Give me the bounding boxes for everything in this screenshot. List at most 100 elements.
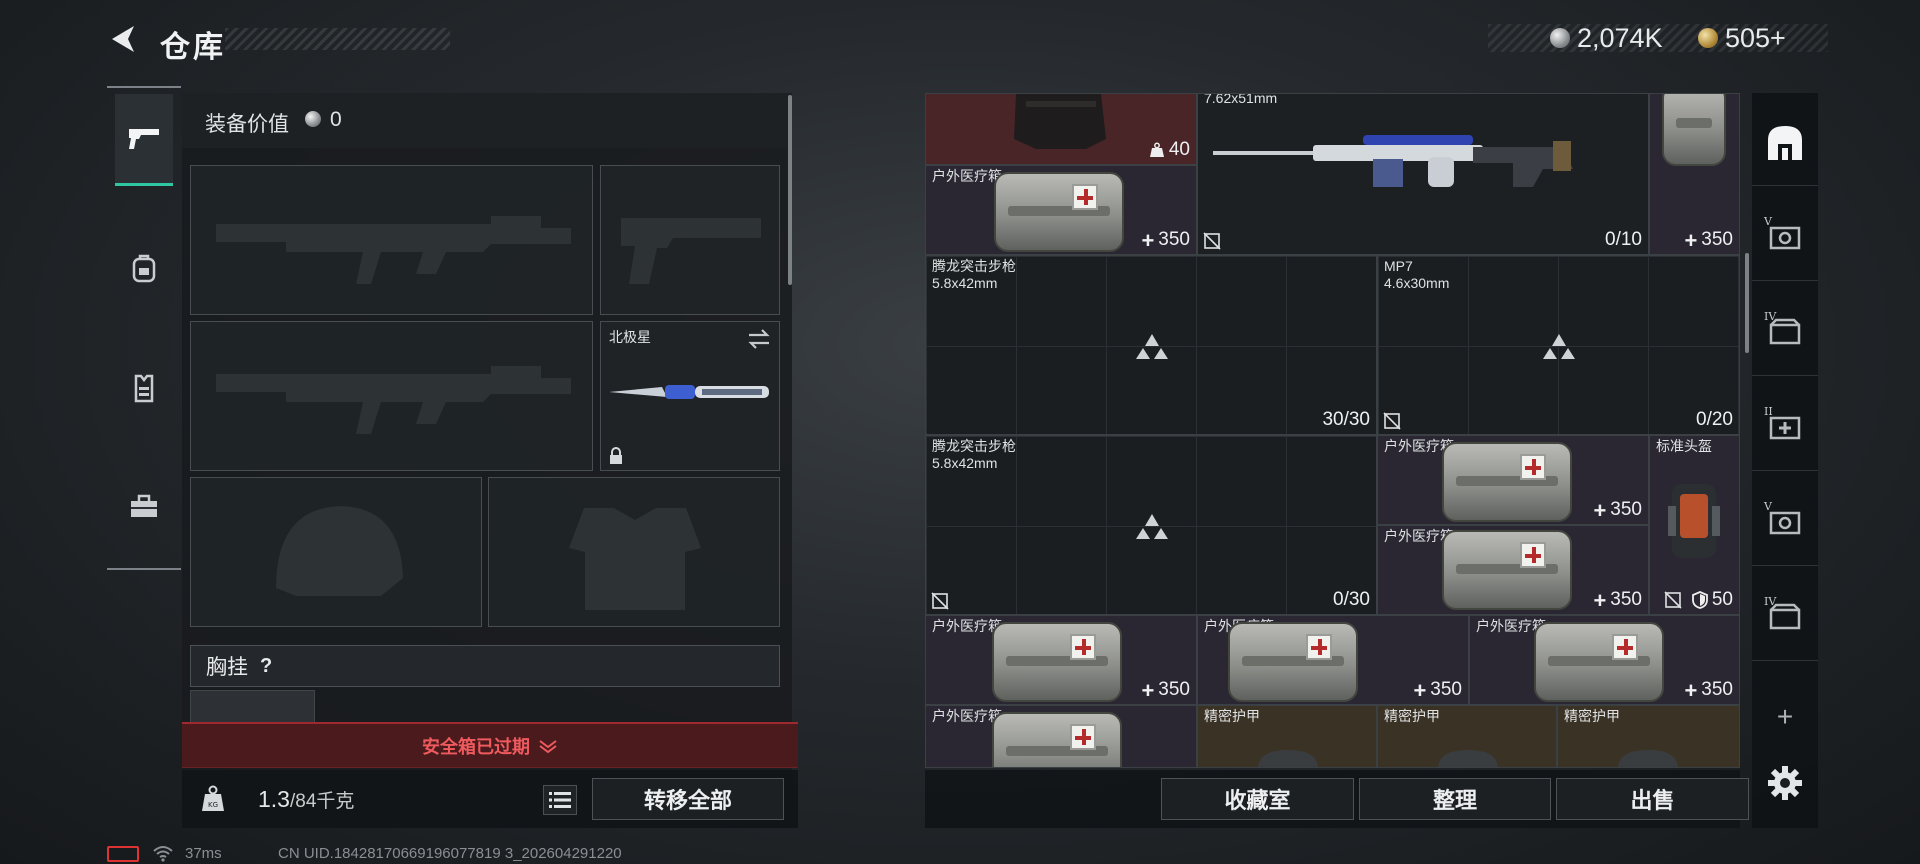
tab-backpack[interactable] bbox=[115, 222, 173, 314]
no-insure-icon bbox=[1203, 232, 1221, 250]
chest-rig-label: 胸挂 bbox=[206, 656, 248, 679]
no-insure-icon bbox=[1664, 591, 1682, 609]
safe-box-expired-bar[interactable]: 安全箱已过期 bbox=[182, 722, 798, 768]
weight-current: 1.3 bbox=[258, 786, 290, 812]
tab-toolbox[interactable] bbox=[115, 460, 173, 552]
rail-page-3[interactable]: II bbox=[1752, 383, 1818, 471]
rail-page-5[interactable]: IV bbox=[1752, 573, 1818, 661]
add-page-button[interactable]: + bbox=[1768, 700, 1802, 734]
rifle-silhouette-icon bbox=[216, 216, 571, 284]
medkit-icon bbox=[1769, 416, 1801, 439]
weight-badge-icon bbox=[1149, 142, 1164, 157]
back-button[interactable] bbox=[104, 20, 142, 58]
rail-page-4[interactable]: V bbox=[1752, 478, 1818, 566]
melee-item-name: 北极星 bbox=[609, 329, 651, 345]
helmet-item-icon bbox=[1668, 484, 1720, 558]
sort-button[interactable]: 整理 bbox=[1359, 778, 1551, 820]
home-icon bbox=[1768, 125, 1802, 160]
item-value: 30/30 bbox=[1322, 409, 1370, 430]
grid-item-sniper-rifle[interactable]: 7.62x51mm 0/10 bbox=[1197, 93, 1649, 255]
primary-weapon-slot[interactable] bbox=[190, 165, 593, 315]
grid-item-medkit[interactable]: 户外医疗箱 +350 bbox=[1377, 525, 1649, 615]
grid-item-medkit[interactable]: 户外医疗箱 bbox=[925, 705, 1197, 768]
helmet-slot[interactable] bbox=[190, 477, 482, 627]
chest-rig-row[interactable]: 胸挂 ? bbox=[190, 645, 780, 687]
stash-grid: 40 7.62x51mm 0/10 +350 户外医疗箱 +350 腾龙突击步枪… bbox=[925, 93, 1740, 768]
title-decoration bbox=[225, 28, 450, 50]
armor-slot[interactable] bbox=[488, 477, 780, 627]
item-name: 腾龙突击步枪 5.8x42mm bbox=[932, 438, 1016, 471]
settings-button[interactable] bbox=[1766, 764, 1804, 802]
tab-divider-top bbox=[107, 86, 181, 88]
list-icon bbox=[549, 792, 571, 808]
collection-room-button[interactable]: 收藏室 bbox=[1161, 778, 1354, 820]
grid-item-tenglong-rifle-2[interactable]: 腾龙突击步枪 5.8x42mm 0/30 bbox=[925, 435, 1377, 615]
tab-vest[interactable] bbox=[115, 342, 173, 434]
grid-item-medkit[interactable]: 户外医疗箱 +350 bbox=[1197, 615, 1469, 705]
tab-weapons[interactable] bbox=[115, 94, 173, 186]
list-view-button[interactable] bbox=[543, 785, 577, 815]
armor-item-icon bbox=[1438, 750, 1498, 767]
sidearm-slot[interactable] bbox=[600, 165, 780, 315]
secondary-weapon-slot[interactable] bbox=[190, 321, 593, 471]
armor-silhouette-icon bbox=[569, 508, 701, 610]
back-arrow-icon bbox=[112, 26, 134, 52]
silver-coin-icon bbox=[305, 111, 321, 127]
item-name: 精密护甲 bbox=[1204, 708, 1260, 724]
grid-item-mp7[interactable]: MP7 4.6x30mm 0/20 bbox=[1377, 255, 1740, 435]
silver-currency[interactable]: 2,074K bbox=[1550, 22, 1663, 54]
grid-item-backpack[interactable]: 40 bbox=[925, 93, 1197, 165]
unknown-item-icon bbox=[1136, 334, 1168, 359]
backpack-icon bbox=[132, 254, 156, 283]
no-insure-icon bbox=[931, 592, 949, 610]
sell-button[interactable]: 出售 bbox=[1556, 778, 1749, 820]
grid-item-medkit[interactable]: 户外医疗箱 +350 bbox=[925, 165, 1197, 255]
item-value: 0/20 bbox=[1696, 409, 1733, 430]
user-uid: CN UID.18428170669196077819 3_2026042912… bbox=[278, 845, 622, 862]
item-value: 0/30 bbox=[1333, 589, 1370, 610]
grid-item-precision-armor[interactable]: 精密护甲 bbox=[1557, 705, 1740, 768]
rail-page-1[interactable]: V bbox=[1752, 193, 1818, 281]
unknown-item-icon bbox=[1543, 334, 1575, 359]
grid-item-precision-armor[interactable]: 精密护甲 bbox=[1377, 705, 1557, 768]
rail-home[interactable] bbox=[1752, 98, 1818, 186]
stash-scrollbar[interactable] bbox=[1745, 253, 1749, 353]
transfer-all-button[interactable]: 转移全部 bbox=[592, 778, 784, 820]
knife-item-icon bbox=[609, 385, 769, 399]
grid-item-precision-armor[interactable]: 精密护甲 bbox=[1197, 705, 1377, 768]
gold-amount: 505+ bbox=[1725, 22, 1786, 53]
item-value: +350 bbox=[1684, 677, 1733, 703]
grid-item-medkit-small[interactable]: +350 bbox=[1649, 93, 1740, 255]
gold-coin-icon bbox=[1698, 28, 1718, 48]
safe-box-status: 安全箱已过期 bbox=[422, 736, 530, 757]
safe-icon bbox=[1769, 226, 1801, 249]
item-name: MP7 4.6x30mm bbox=[1384, 258, 1450, 291]
melee-slot[interactable]: 北极星 bbox=[600, 321, 780, 471]
swap-icon[interactable] bbox=[747, 328, 771, 350]
battery-icon bbox=[107, 846, 139, 862]
chest-rig-slot[interactable] bbox=[190, 690, 315, 726]
equipment-scrollbar[interactable] bbox=[788, 95, 792, 285]
equip-value: 0 bbox=[330, 108, 342, 131]
equip-value-label: 装备价值 bbox=[205, 113, 289, 136]
weight-icon: KG bbox=[188, 776, 238, 822]
grid-item-tenglong-rifle[interactable]: 腾龙突击步枪 5.8x42mm 30/30 bbox=[925, 255, 1377, 435]
grid-item-helmet[interactable]: 标准头盔 50 bbox=[1649, 435, 1740, 615]
svg-text:KG: KG bbox=[208, 801, 218, 809]
grid-item-medkit[interactable]: 户外医疗箱 +350 bbox=[1469, 615, 1740, 705]
armor-item-icon bbox=[1618, 750, 1678, 767]
item-value: +350 bbox=[1141, 227, 1190, 253]
vest-icon bbox=[134, 374, 154, 403]
rail-page-2[interactable]: IV bbox=[1752, 288, 1818, 376]
weight-readout: 1.3/84千克 bbox=[258, 786, 354, 813]
grid-item-medkit[interactable]: 户外医疗箱 +350 bbox=[925, 615, 1197, 705]
item-value: +350 bbox=[1141, 677, 1190, 703]
item-name: 7.62x51mm bbox=[1204, 93, 1278, 106]
backpack-item-icon bbox=[1014, 94, 1106, 149]
grid-item-medkit[interactable]: 户外医疗箱 +350 bbox=[1377, 435, 1649, 525]
gold-currency[interactable]: 505+ bbox=[1698, 22, 1786, 54]
help-icon[interactable]: ? bbox=[260, 655, 272, 678]
sniper-rifle-item-icon bbox=[1213, 135, 1573, 187]
item-name: 腾龙突击步枪 5.8x42mm bbox=[932, 258, 1016, 291]
item-name: 标准头盔 bbox=[1656, 438, 1712, 454]
